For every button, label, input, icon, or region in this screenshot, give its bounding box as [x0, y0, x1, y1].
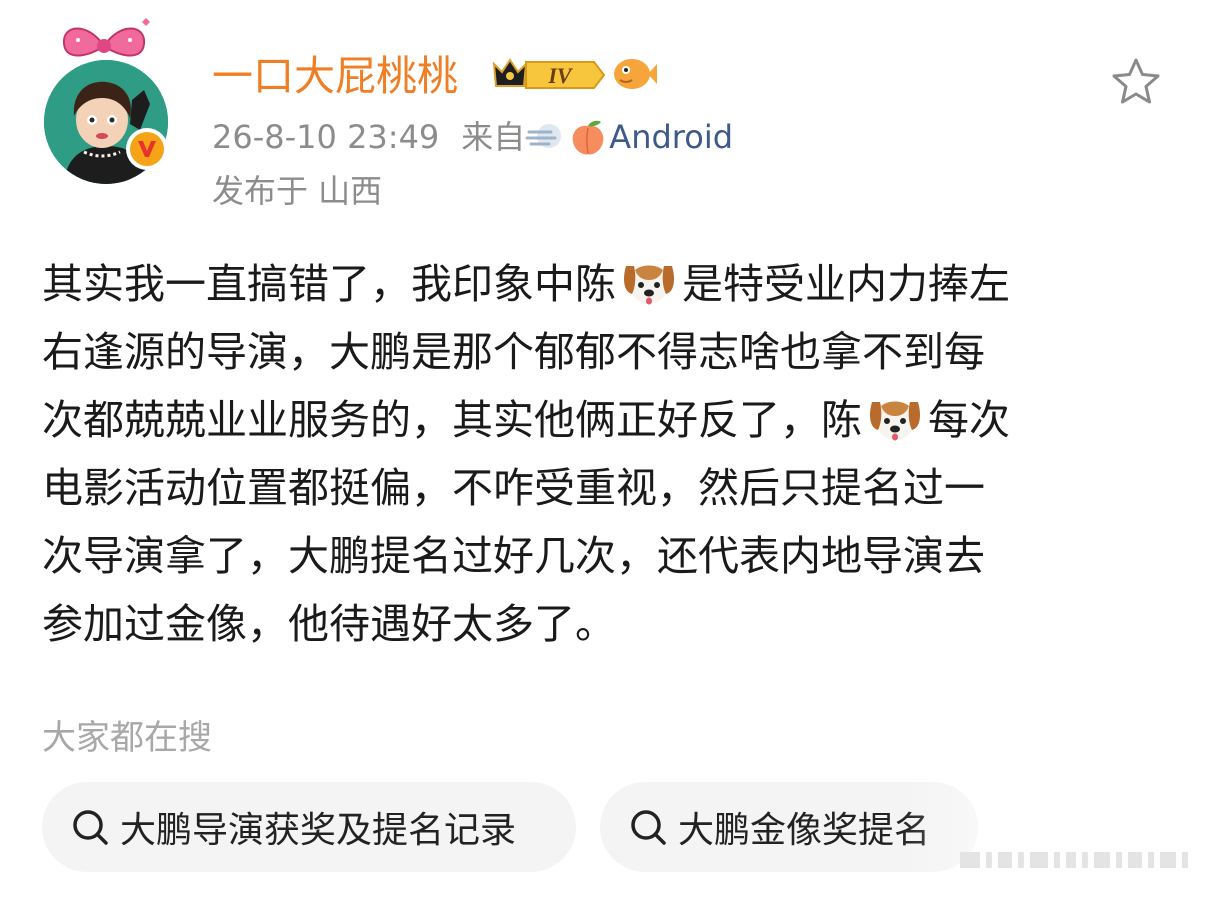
search-icon — [626, 805, 670, 849]
source-prefix: 来自 — [461, 118, 526, 156]
post-text: 每次 — [928, 396, 1010, 444]
post-line: 次都兢兢业业服务的，其实他俩正好反了，陈 每次 — [42, 386, 1168, 454]
post-text: 是特受业内力捧左 — [682, 260, 1010, 308]
post-line: 电影活动位置都挺偏，不咋受重视，然后只提名过一 — [42, 454, 1168, 522]
crown-vip-badge-icon[interactable]: IV — [490, 54, 606, 96]
watermark-bars — [960, 852, 1188, 868]
post-location: 发布于 山西 — [212, 172, 383, 210]
search-chip-label: 大鹏金像奖提名 — [678, 810, 931, 851]
post-line: 右逢源的导演，大鹏是那个郁郁不得志啥也拿不到每 — [42, 318, 1168, 386]
post-text: 次导演拿了，大鹏提名过好几次，还代表内地导演去 — [42, 532, 985, 580]
vip-level: IV — [547, 63, 574, 88]
post-text: 次都兢兢业业服务的，其实他俩正好反了，陈 — [42, 396, 862, 444]
favorite-star-icon[interactable] — [1110, 56, 1162, 108]
post-text: 参加过金像，他待遇好太多了。 — [42, 600, 616, 648]
post-text: 电影活动位置都挺偏，不咋受重视，然后只提名过一 — [42, 464, 985, 512]
post-text: 右逢源的导演，大鹏是那个郁郁不得志啥也拿不到每 — [42, 328, 985, 376]
username[interactable]: 一口大屁桃桃 — [212, 50, 458, 102]
fish-badge-icon[interactable] — [610, 52, 658, 96]
search-chip[interactable]: 大鹏导演获奖及提名记录 — [42, 782, 576, 872]
dog-face-icon — [620, 258, 678, 308]
post-body: 其实我一直搞错了，我印象中陈 是特受业内力捧左 右逢源的导演，大鹏是那个郁郁不得志… — [42, 250, 1168, 658]
verified-v-icon — [126, 128, 168, 170]
dog-face-icon — [866, 394, 924, 444]
trending-search-heading: 大家都在搜 — [42, 718, 212, 758]
device-link[interactable]: Android — [609, 114, 733, 160]
wind-icon — [525, 124, 562, 148]
post-meta: 26-8-10 23:49 来自 Android — [212, 114, 733, 160]
post-timestamp: 26-8-10 23:49 — [212, 118, 440, 156]
search-chip-label: 大鹏导演获奖及提名记录 — [120, 810, 517, 851]
bow-decoration — [62, 18, 150, 57]
peach-icon — [572, 120, 604, 155]
post-line: 其实我一直搞错了，我印象中陈 是特受业内力捧左 — [42, 250, 1168, 318]
post-text: 其实我一直搞错了，我印象中陈 — [42, 260, 616, 308]
search-icon — [68, 805, 112, 849]
post-line: 次导演拿了，大鹏提名过好几次，还代表内地导演去 — [42, 522, 1168, 590]
post-line: 参加过金像，他待遇好太多了。 — [42, 590, 1168, 658]
